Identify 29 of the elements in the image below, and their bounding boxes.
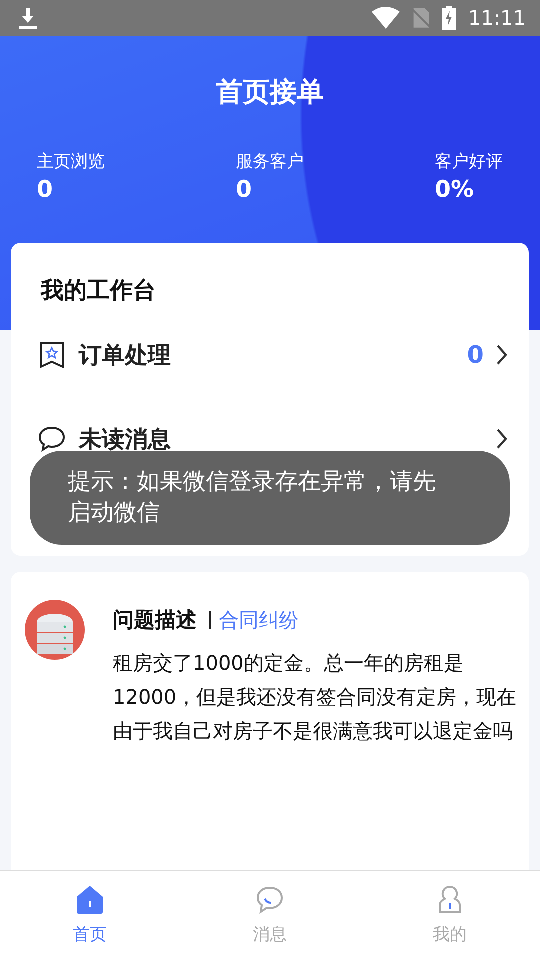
chevron-right-icon: [496, 344, 508, 366]
no-sim-icon: [412, 7, 430, 29]
order-count: 0: [467, 341, 484, 369]
clock-time: 11:11: [468, 6, 526, 30]
chat-bubble-icon: [255, 885, 285, 915]
chevron-right-icon: [496, 428, 508, 450]
question-text: 租房交了1000的定金。总一年的房租是12000，但是我还没有签合同没有定房，现在由于我自己对房子不是很满意我可以退定金吗: [113, 650, 518, 745]
nav-tab[interactable]: 我的: [360, 871, 540, 960]
stat-label: 主页浏览: [37, 151, 105, 173]
nav-tab[interactable]: 消息: [180, 871, 360, 960]
nav-tab[interactable]: 首页: [0, 871, 180, 960]
stat-label: 客户好评: [435, 151, 503, 173]
stat-value: 0: [37, 177, 54, 203]
chat-bubble-icon: [39, 426, 65, 452]
wifi-icon: [372, 7, 400, 29]
login-hint-toast: 提示：如果微信登录存在异常，请先启动微信: [30, 451, 510, 545]
bookmark-star-icon: [39, 342, 65, 368]
stat-value: 0: [236, 177, 254, 203]
menu-row[interactable]: 订单处理 0: [11, 313, 529, 397]
page-title: 首页接单: [215, 76, 325, 110]
download-icon: [18, 7, 38, 29]
category-tag: 合同纠纷: [219, 606, 299, 634]
card-title: 我的工作台: [40, 277, 157, 306]
battery-charging-icon: [442, 6, 456, 30]
menu-label: 订单处理: [79, 342, 172, 370]
question-title: 问题描述: [113, 607, 197, 634]
stat-label: 服务客户: [236, 151, 304, 173]
home-icon: [75, 885, 105, 915]
stat-value: 0%: [435, 177, 476, 203]
